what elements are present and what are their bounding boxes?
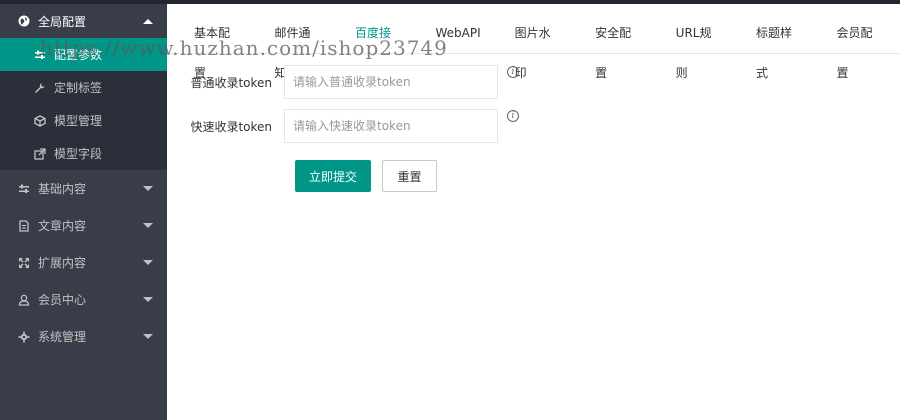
caret-down-icon xyxy=(143,297,153,302)
sidebar-group-head[interactable]: 文章内容 xyxy=(0,207,167,244)
fast-token-label: 快速收录token xyxy=(190,119,272,134)
baidu-api-form: 普通收录token i 快速收录token i 立即提交 重置 xyxy=(167,60,900,192)
form-row-normal-token: 普通收录token i xyxy=(167,60,900,104)
sidebar-group-extended-content[interactable]: 扩展内容 xyxy=(0,244,167,281)
sidebar-group-label: 会员中心 xyxy=(38,293,87,307)
submit-button[interactable]: 立即提交 xyxy=(295,160,371,192)
sidebar-group-label: 文章内容 xyxy=(38,219,87,233)
sidebar-item-custom-tags[interactable]: 定制标签 xyxy=(0,71,167,104)
sidebar-submenu: 配置参数 定制标签 模型管理 模型字段 xyxy=(0,38,167,170)
sidebar-group-label: 系统管理 xyxy=(38,330,87,344)
cube-icon xyxy=(34,114,46,127)
tab-webapi[interactable]: WebAPI xyxy=(419,13,498,53)
sidebar-group-label: 扩展内容 xyxy=(38,256,87,270)
external-link-icon xyxy=(34,147,46,160)
tab-title-style[interactable]: 标题样式 xyxy=(739,13,820,80)
user-icon xyxy=(18,294,30,306)
sidebar-group-head[interactable]: 基础内容 xyxy=(0,170,167,207)
caret-up-icon xyxy=(143,18,153,24)
caret-down-icon xyxy=(143,223,153,228)
info-icon[interactable]: i xyxy=(507,66,519,78)
sidebar: 全局配置 配置参数 定制标签 模型管理 模型字段 基础内容 文章内容 扩展内容 … xyxy=(0,4,167,420)
tab-url-rules[interactable]: URL规则 xyxy=(659,13,739,80)
sidebar-item-label: 模型管理 xyxy=(54,114,103,128)
sidebar-item-label: 模型字段 xyxy=(54,147,103,161)
sidebar-group-member-center[interactable]: 会员中心 xyxy=(0,281,167,318)
sliders-icon xyxy=(18,183,30,195)
sidebar-group-system-manage[interactable]: 系统管理 xyxy=(0,318,167,355)
sidebar-group-label: 全局配置 xyxy=(38,14,87,29)
tab-basic-config[interactable]: 基本配置 xyxy=(177,13,258,80)
sidebar-group-article-content[interactable]: 文章内容 xyxy=(0,207,167,244)
form-actions: 立即提交 重置 xyxy=(167,160,900,192)
sidebar-group-head[interactable]: 会员中心 xyxy=(0,281,167,318)
form-row-fast-token: 快速收录token i xyxy=(167,104,900,148)
tab-baidu-api[interactable]: 百度接口 xyxy=(338,13,419,80)
file-icon xyxy=(18,219,30,232)
sidebar-item-label: 配置参数 xyxy=(54,48,103,62)
caret-down-icon xyxy=(143,186,153,191)
sidebar-item-model-fields[interactable]: 模型字段 xyxy=(0,137,167,170)
sidebar-group-head[interactable]: 系统管理 xyxy=(0,318,167,355)
sidebar-item-model-manage[interactable]: 模型管理 xyxy=(0,104,167,137)
info-icon[interactable]: i xyxy=(507,110,519,122)
normal-token-input[interactable] xyxy=(284,65,498,99)
tab-email-notify[interactable]: 邮件通知 xyxy=(258,13,339,80)
sidebar-group-global-config[interactable]: 全局配置 xyxy=(0,4,167,38)
normal-token-label: 普通收录token xyxy=(190,75,272,90)
gear-icon xyxy=(18,331,30,343)
sidebar-group-head[interactable]: 扩展内容 xyxy=(0,244,167,281)
fast-token-input[interactable] xyxy=(284,109,498,143)
caret-down-icon xyxy=(143,334,153,339)
sliders-icon xyxy=(34,49,46,61)
wrench-icon xyxy=(34,82,46,94)
expand-icon xyxy=(18,257,30,269)
tab-security-config[interactable]: 安全配置 xyxy=(578,13,659,80)
settings-tabs: 基本配置 邮件通知 百度接口 WebAPI 图片水印 安全配置 URL规则 标题… xyxy=(167,4,900,80)
tab-image-watermark[interactable]: 图片水印 xyxy=(498,13,579,80)
sidebar-group-label: 基础内容 xyxy=(38,182,87,196)
sidebar-item-config-params[interactable]: 配置参数 xyxy=(0,38,167,71)
sidebar-group-basic-content[interactable]: 基础内容 xyxy=(0,170,167,207)
caret-down-icon xyxy=(143,260,153,265)
globe-icon xyxy=(18,15,30,27)
reset-button[interactable]: 重置 xyxy=(382,160,437,192)
sidebar-item-label: 定制标签 xyxy=(54,81,103,95)
tab-member-config[interactable]: 会员配置 xyxy=(819,13,900,80)
